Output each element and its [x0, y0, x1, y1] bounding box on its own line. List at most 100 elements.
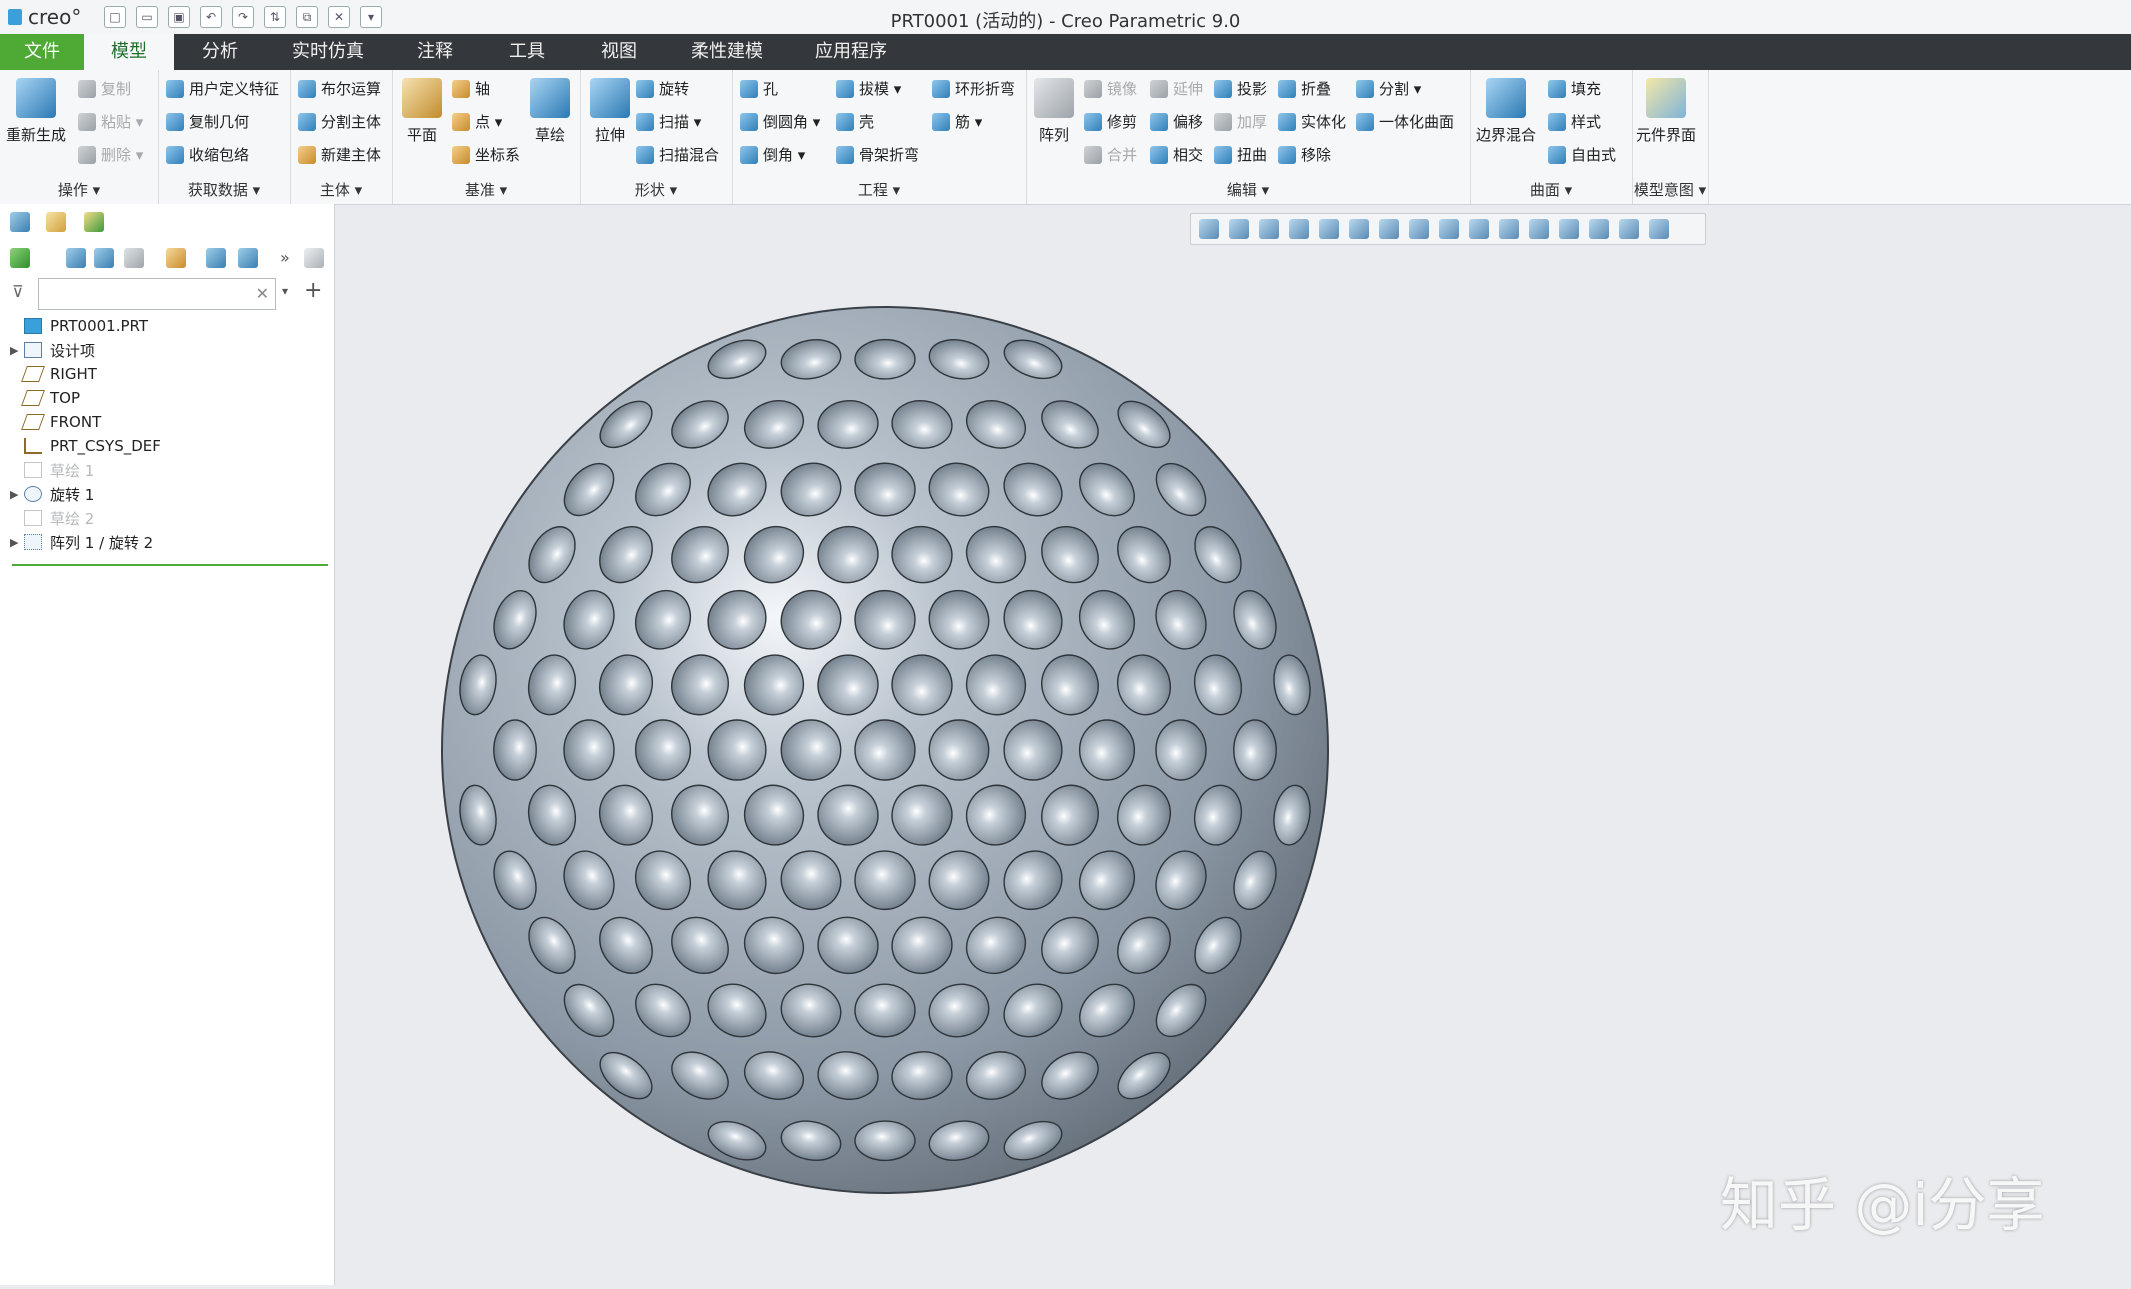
- delete-button[interactable]: 删除 ▾: [78, 144, 143, 165]
- repaint-icon[interactable]: [1289, 219, 1309, 239]
- settings-icon[interactable]: [166, 248, 186, 268]
- solidify-button[interactable]: 实体化: [1278, 111, 1346, 132]
- expand-icon[interactable]: ▶: [10, 488, 24, 501]
- swept-blend-button[interactable]: 扫描混合: [636, 144, 719, 165]
- sweep-button[interactable]: 扫描 ▾: [636, 111, 701, 132]
- tree-columns-icon[interactable]: [124, 248, 144, 268]
- merge-button[interactable]: 合并: [1084, 144, 1137, 165]
- shell-button[interactable]: 壳: [836, 111, 874, 132]
- project-button[interactable]: 投影: [1214, 78, 1267, 99]
- group-label-operations[interactable]: 操作 ▾: [0, 179, 158, 200]
- tree-item-sketch-1[interactable]: 草绘 1: [10, 458, 330, 482]
- tab-tools[interactable]: 工具: [496, 34, 558, 70]
- tree-item-top[interactable]: TOP: [10, 386, 330, 410]
- tab-analysis[interactable]: 分析: [184, 34, 256, 70]
- clear-search-icon[interactable]: ✕: [256, 284, 269, 303]
- spinal-bend-button[interactable]: 骨架折弯: [836, 144, 919, 165]
- point-button[interactable]: 点 ▾: [452, 111, 502, 132]
- tree-item-prt0001[interactable]: PRT0001.PRT: [10, 314, 330, 338]
- shrinkwrap-button[interactable]: 收缩包络: [166, 144, 249, 165]
- boolean-button[interactable]: 布尔运算: [298, 78, 381, 99]
- insert-here-indicator[interactable]: [12, 564, 328, 566]
- tab-file[interactable]: 文件: [0, 34, 84, 70]
- thicken-button[interactable]: 加厚: [1214, 111, 1267, 132]
- expand-icon[interactable]: ▶: [10, 344, 24, 357]
- toroidal-bend-button[interactable]: 环形折弯: [932, 78, 1015, 99]
- split-body-button[interactable]: 分割主体: [298, 111, 381, 132]
- axis-button[interactable]: 轴: [452, 78, 490, 99]
- more-options-icon[interactable]: »: [280, 248, 290, 267]
- tree-search-box[interactable]: ✕: [38, 278, 276, 310]
- tree-item-prt-csys-def[interactable]: PRT_CSYS_DEF: [10, 434, 330, 458]
- group-label-surfaces[interactable]: 曲面 ▾: [1470, 179, 1632, 200]
- twist-button[interactable]: 扭曲: [1214, 144, 1267, 165]
- add-icon[interactable]: +: [304, 278, 322, 303]
- refit-icon[interactable]: [1199, 219, 1219, 239]
- udf-button[interactable]: 用户定义特征: [166, 78, 279, 99]
- boundary-blend-button[interactable]: 边界混合: [1476, 78, 1536, 145]
- extend-button[interactable]: 延伸: [1150, 78, 1203, 99]
- view-manager-icon[interactable]: [1409, 219, 1429, 239]
- remove-button[interactable]: 移除: [1278, 144, 1331, 165]
- triad-icon[interactable]: [1589, 219, 1609, 239]
- revolve-button[interactable]: 旋转: [636, 78, 689, 99]
- folder-browser-tab-icon[interactable]: [46, 212, 66, 232]
- group-label-editing[interactable]: 编辑 ▾: [1026, 179, 1470, 200]
- hole-button[interactable]: 孔: [740, 78, 778, 99]
- group-label-engineering[interactable]: 工程 ▾: [732, 179, 1026, 200]
- saved-views-icon[interactable]: [1379, 219, 1399, 239]
- part-display-icon[interactable]: [10, 248, 30, 268]
- csys-display-icon[interactable]: [1559, 219, 1579, 239]
- csys-button[interactable]: 坐标系: [452, 144, 520, 165]
- new-body-button[interactable]: 新建主体: [298, 144, 381, 165]
- sketch-button[interactable]: 草绘: [530, 78, 570, 145]
- group-label-get-data[interactable]: 获取数据 ▾: [158, 179, 290, 200]
- chamfer-button[interactable]: 倒角 ▾: [740, 144, 805, 165]
- search-dropdown-icon[interactable]: ▾: [282, 284, 288, 298]
- screen-icon[interactable]: [1649, 219, 1669, 239]
- tree-list-icon[interactable]: [66, 248, 86, 268]
- offset-button[interactable]: 偏移: [1150, 111, 1203, 132]
- tree-item-right[interactable]: RIGHT: [10, 362, 330, 386]
- tree-filter-icon[interactable]: [206, 248, 226, 268]
- show-icon[interactable]: [238, 248, 258, 268]
- perspective-icon[interactable]: [1319, 219, 1339, 239]
- favorites-tab-icon[interactable]: [84, 212, 104, 232]
- copy-button[interactable]: 复制: [78, 78, 131, 99]
- tree-item-pattern-1[interactable]: ▶ 阵列 1 / 旋转 2: [10, 530, 330, 554]
- group-label-datum[interactable]: 基准 ▾: [392, 179, 580, 200]
- tab-applications[interactable]: 应用程序: [806, 34, 896, 70]
- tree-indent-icon[interactable]: [94, 248, 114, 268]
- group-label-model-intent[interactable]: 模型意图 ▾: [1632, 179, 1708, 200]
- section-icon[interactable]: [1439, 219, 1459, 239]
- paste-button[interactable]: 粘贴 ▾: [78, 111, 143, 132]
- graphics-area[interactable]: [335, 204, 2131, 1285]
- style-button[interactable]: 样式: [1548, 111, 1601, 132]
- fold-button[interactable]: 折叠: [1278, 78, 1331, 99]
- tab-flexible-modeling[interactable]: 柔性建模: [682, 34, 772, 70]
- round-button[interactable]: 倒圆角 ▾: [740, 111, 820, 132]
- regenerate-button[interactable]: 重新生成: [6, 78, 66, 145]
- zoom-in-icon[interactable]: [1229, 219, 1249, 239]
- expand-icon[interactable]: ▶: [10, 536, 24, 549]
- tab-live-simulation[interactable]: 实时仿真: [284, 34, 372, 70]
- component-interface-button[interactable]: 元件界面: [1636, 78, 1696, 145]
- pause-icon[interactable]: [1619, 219, 1639, 239]
- model-tree-tab-icon[interactable]: [10, 212, 30, 232]
- intersect-button[interactable]: 相交: [1150, 144, 1203, 165]
- pattern-button[interactable]: 阵列: [1034, 78, 1074, 145]
- mirror-button[interactable]: 镜像: [1084, 78, 1137, 99]
- tab-model[interactable]: 模型: [84, 34, 174, 70]
- fill-button[interactable]: 填充: [1548, 78, 1601, 99]
- tree-item-sketch-2[interactable]: 草绘 2: [10, 506, 330, 530]
- display-style-icon[interactable]: [1349, 219, 1369, 239]
- group-label-body[interactable]: 主体 ▾: [290, 179, 392, 200]
- extrude-button[interactable]: 拉伸: [590, 78, 630, 145]
- plane-button[interactable]: 平面: [402, 78, 442, 145]
- notes-icon[interactable]: [304, 248, 324, 268]
- rib-button[interactable]: 筋 ▾: [932, 111, 982, 132]
- tree-item-front[interactable]: FRONT: [10, 410, 330, 434]
- tree-item-revolve-1[interactable]: ▶ 旋转 1: [10, 482, 330, 506]
- unify-surfaces-button[interactable]: 一体化曲面: [1356, 111, 1454, 132]
- datum-display-icon[interactable]: [1469, 219, 1489, 239]
